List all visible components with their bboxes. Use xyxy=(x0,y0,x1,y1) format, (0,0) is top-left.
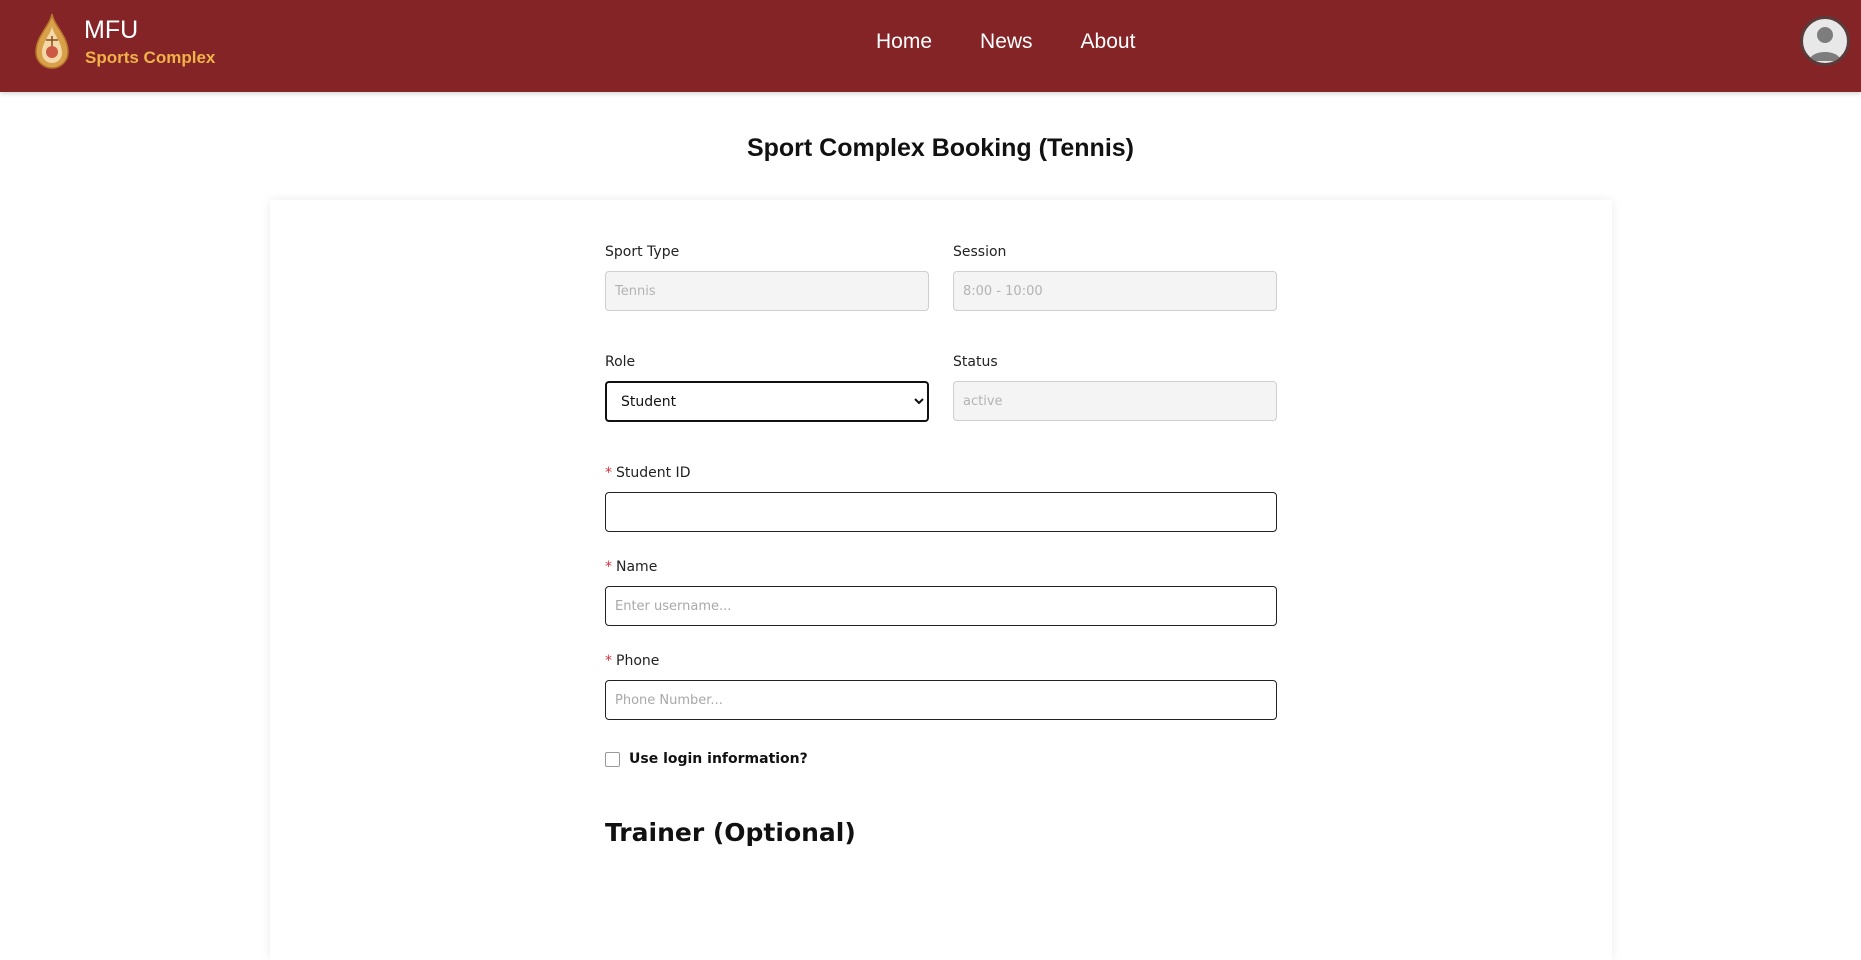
student-id-label: * Student ID xyxy=(605,465,690,481)
nav-news-link[interactable]: News xyxy=(980,30,1033,54)
session-field xyxy=(953,271,1277,311)
role-label: Role xyxy=(605,354,636,370)
use-login-checkbox[interactable] xyxy=(605,752,620,767)
role-select[interactable]: Student xyxy=(605,381,929,422)
status-label: Status xyxy=(953,354,998,370)
trainer-section-title: Trainer (Optional) xyxy=(605,818,856,847)
user-avatar-button[interactable] xyxy=(1800,16,1850,66)
booking-form-card xyxy=(270,200,1612,960)
phone-label-text: Phone xyxy=(616,653,660,669)
status-field xyxy=(953,381,1277,421)
name-input[interactable] xyxy=(605,586,1277,626)
student-id-input[interactable] xyxy=(605,492,1277,532)
sport-type-field xyxy=(605,271,929,311)
use-login-label[interactable]: Use login information? xyxy=(629,751,808,767)
user-avatar-icon xyxy=(1809,27,1841,61)
required-mark: * xyxy=(605,465,612,481)
phone-label: * Phone xyxy=(605,653,659,669)
nav-home-link[interactable]: Home xyxy=(876,30,932,54)
session-label: Session xyxy=(953,244,1007,260)
student-id-label-text: Student ID xyxy=(616,465,691,481)
name-label: * Name xyxy=(605,559,657,575)
required-mark: * xyxy=(605,559,612,575)
mfu-emblem-icon[interactable] xyxy=(32,12,72,74)
nav-about-link[interactable]: About xyxy=(1081,30,1136,54)
top-navbar: MFU Sports Complex Home News About xyxy=(0,0,1861,92)
brand-title: MFU xyxy=(84,16,139,44)
brand-subtitle: Sports Complex xyxy=(85,48,216,67)
name-label-text: Name xyxy=(616,559,658,575)
page-title: Sport Complex Booking (Tennis) xyxy=(746,134,1135,162)
phone-input[interactable] xyxy=(605,680,1277,720)
required-mark: * xyxy=(605,653,612,669)
sport-type-label: Sport Type xyxy=(605,244,680,260)
main-nav: Home News About xyxy=(876,30,1135,54)
